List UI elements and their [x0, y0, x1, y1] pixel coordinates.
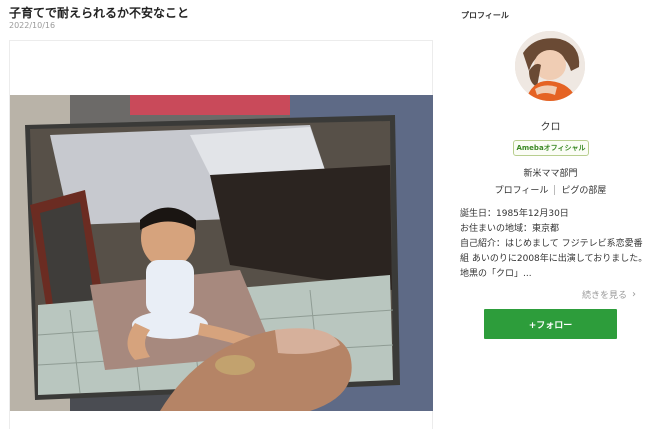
follow-button[interactable]: +フォロー: [484, 309, 617, 339]
official-badge: Amebaオフィシャル: [513, 140, 589, 156]
read-more-label: 続きを見る: [582, 291, 628, 301]
intro-line: 組 あいのりに2008年に出演しておりました。: [460, 254, 645, 264]
region-line: お住まいの地域：東京都: [460, 224, 560, 234]
group-link[interactable]: 新米ママ部門: [452, 166, 645, 179]
profile-link[interactable]: プロフィール: [495, 183, 549, 196]
profile-links: プロフィール ピグの部屋: [452, 183, 645, 196]
entry-photo[interactable]: [10, 95, 433, 411]
intro-line: 地黒の「クロ」...: [460, 269, 532, 279]
profile-sidebar: プロフィール クロ Amebaオフィシャル 新米ママ部門 プロフィール ピグの部…: [452, 0, 645, 429]
chevron-right-icon: ›: [632, 289, 637, 300]
profile-text: 誕生日：1985年12月30日 お住まいの地域：東京都 自己紹介：はじめまして …: [460, 207, 645, 282]
pigg-room-link[interactable]: ピグの部屋: [561, 183, 606, 196]
profile-heading: プロフィール: [461, 11, 509, 20]
entry-card: [9, 40, 433, 429]
birthday-line: 誕生日：1985年12月30日: [460, 209, 569, 219]
read-more-link[interactable]: 続きを見る ›: [582, 288, 636, 301]
nickname: クロ: [540, 122, 561, 133]
post-title: 子育てで耐えられるか不安なこと: [9, 6, 190, 20]
avatar[interactable]: [515, 31, 585, 101]
intro-line: 自己紹介：はじめまして フジテレビ系恋愛番: [460, 239, 643, 249]
post-date: 2022/10/16: [9, 21, 56, 30]
link-divider: [554, 184, 556, 195]
